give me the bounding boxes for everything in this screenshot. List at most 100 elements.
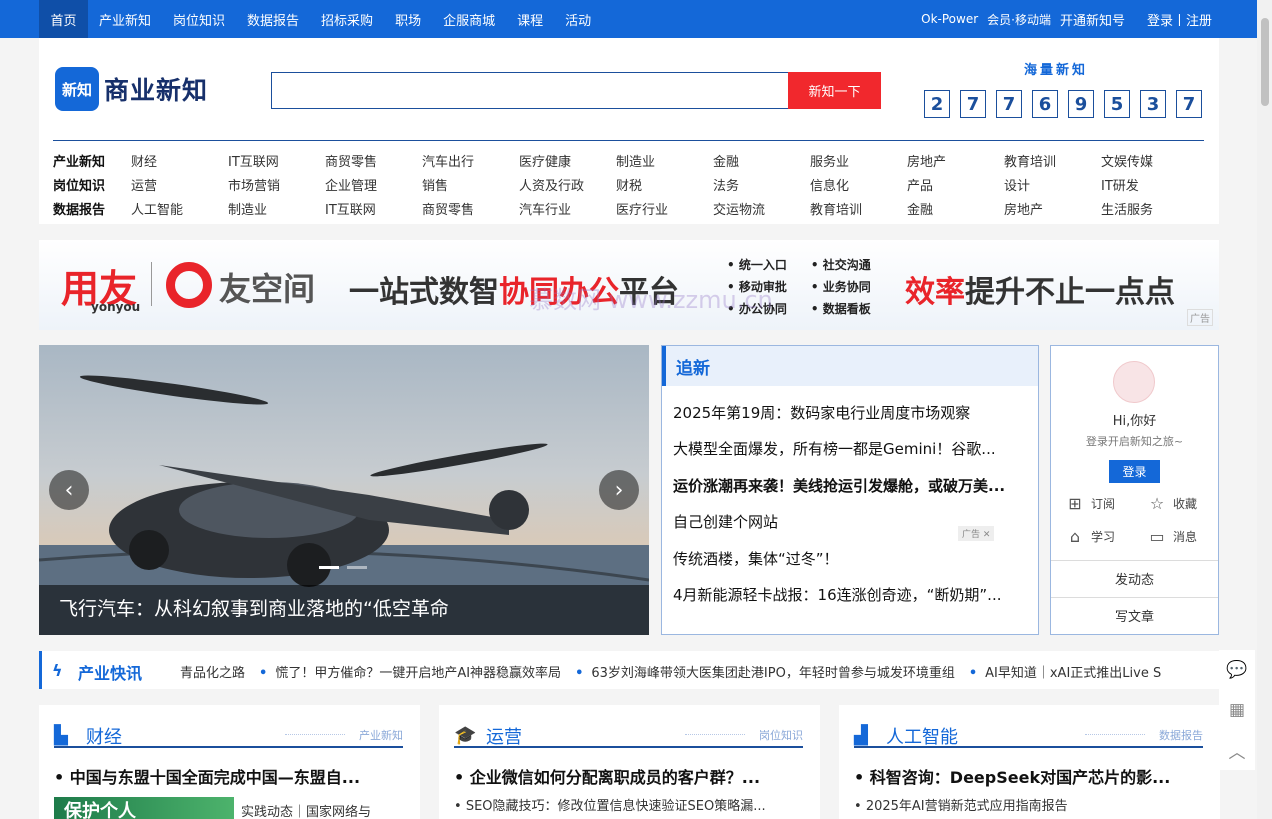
category-link[interactable]: 产品 [907,175,1004,194]
column-headline[interactable]: • 企业微信如何分配离职成员的客户群？... [454,764,804,788]
category-link[interactable]: 人资及行政 [519,175,616,194]
category-link[interactable]: 销售 [422,175,519,194]
column-subitem[interactable]: • SEO隐藏技巧：修改位置信息快速验证SEO策略漏... [454,795,804,814]
column-name[interactable]: 运营 [486,723,522,749]
nav-link-bidding[interactable]: 招标采购 [310,10,384,29]
category-link[interactable]: 财经 [131,151,228,170]
category-row-label[interactable]: 岗位知识 [53,175,131,194]
column-headline[interactable]: • 中国与东盟十国全面完成中国—东盟自... [54,764,404,788]
nav-link-industry[interactable]: 产业新知 [88,10,162,29]
column-tag[interactable]: 岗位知识 [759,727,803,743]
post-update-button[interactable]: 发动态 [1051,560,1218,596]
category-link[interactable]: 房地产 [1004,199,1101,218]
category-link[interactable]: 商贸零售 [325,151,422,170]
ticker-bullet: • [575,666,584,681]
column-thumb-text[interactable]: 实践动态｜国家网络与 [241,801,371,819]
user-greeting: Hi,你好 [1112,414,1157,429]
category-link[interactable]: 金融 [907,199,1004,218]
category-link[interactable]: IT研发 [1101,175,1198,194]
nav-link-courses[interactable]: 课程 [506,10,554,29]
news-item[interactable]: 传统酒楼，集体“过冬”！ [673,540,1018,577]
flash-item[interactable]: 63岁刘海峰带领大医集团赴港IPO，年轻时曾参与城发环境重组 [591,666,954,681]
category-link[interactable]: 生活服务 [1101,199,1198,218]
category-link[interactable]: 交运物流 [713,199,810,218]
nav-okpower[interactable]: Ok-Power [921,12,978,26]
ad-banner[interactable]: 用友 yonyou 友空间 一站式数智协同办公平台 • 统一入口 • 社交沟通 •… [39,240,1219,330]
category-link[interactable]: 运营 [131,175,228,194]
category-link[interactable]: 财税 [616,175,713,194]
carousel-caption[interactable]: 飞行汽车：从科幻叙事到商业落地的“低空革命 [59,594,449,621]
scrollbar-thumb[interactable] [1261,18,1269,106]
category-link[interactable]: IT互联网 [325,199,422,218]
column-subitem[interactable]: • 2025年AI营销新范式应用指南报告 [854,795,1204,814]
back-to-top-icon[interactable]: ︿ [1229,730,1246,770]
carousel-dot[interactable] [319,566,339,569]
news-ad-chip[interactable]: 广告 ✕ [958,526,995,541]
carousel-prev-button[interactable]: ‹ [49,470,89,510]
category-row-label[interactable]: 数据报告 [53,199,131,218]
category-link[interactable]: 文娱传媒 [1101,151,1198,170]
nav-link-reports[interactable]: 数据报告 [236,10,310,29]
message-action[interactable]: ▭ 消息 [1149,527,1209,546]
category-link[interactable]: 制造业 [616,151,713,170]
qrcode-icon[interactable]: ▦ [1229,690,1245,730]
page-scrollbar[interactable] [1257,0,1272,819]
category-link[interactable]: 设计 [1004,175,1101,194]
search-input[interactable] [271,72,788,109]
learn-action[interactable]: ⌂ 学习 [1067,527,1149,546]
column-tag[interactable]: 数据报告 [1159,727,1203,743]
category-link[interactable]: 金融 [713,151,810,170]
news-item[interactable]: 2025年第19周：数码家电行业周度市场观察 [673,394,1018,431]
flash-item[interactable]: AI早知道｜xAI正式推出Live S [985,666,1161,681]
column-headline-text: 科智咨询：DeepSeek对国产芯片的影... [869,768,1171,787]
site-logo[interactable]: 新知 商业新知 [55,67,230,111]
column-subitem-text: SEO隐藏技巧：修改位置信息快速验证SEO策略漏... [465,799,766,814]
nav-login-register[interactable]: 登录丨注册 [1147,10,1212,29]
category-link[interactable]: IT互联网 [228,151,325,170]
nav-link-mall[interactable]: 企服商城 [432,10,506,29]
category-link[interactable]: 制造业 [228,199,325,218]
flash-item[interactable]: 慌了！甲方催命？一键开启地产AI神器稳赢效率局 [275,666,561,681]
nav-open-account[interactable]: 开通新知号 [1060,10,1125,29]
flash-item[interactable]: 青品化之路 [180,666,245,681]
category-link[interactable]: 医疗行业 [616,199,713,218]
category-link[interactable]: 房地产 [907,151,1004,170]
category-link[interactable]: 法务 [713,175,810,194]
search-button[interactable]: 新知一下 [788,72,881,109]
category-link[interactable]: 服务业 [810,151,907,170]
ad-product: 友空间 [219,270,316,308]
category-link[interactable]: 商贸零售 [422,199,519,218]
nav-member-mobile[interactable]: 会员·移动端 [987,11,1051,28]
column-name[interactable]: 财经 [86,723,122,749]
column-name[interactable]: 人工智能 [886,723,958,749]
category-link[interactable]: 信息化 [810,175,907,194]
category-link[interactable]: 医疗健康 [519,151,616,170]
news-item[interactable]: 大模型全面爆发，所有榜一都是Gemini！谷歌... [673,431,1018,468]
login-button[interactable]: 登录 [1109,460,1160,483]
avatar[interactable] [1113,361,1155,403]
write-article-button[interactable]: 写文章 [1051,597,1218,633]
subscribe-action[interactable]: ⊞ 订阅 [1067,494,1149,513]
nav-link-events[interactable]: 活动 [554,10,602,29]
news-item[interactable]: 4月新能源轻卡战报：16连涨创奇迹，“断奶期”... [673,577,1018,614]
news-item[interactable]: 运价涨潮再来袭！美线抢运引发爆舱，或破万美... [673,467,1018,504]
category-link[interactable]: 市场营销 [228,175,325,194]
column-tag[interactable]: 产业新知 [359,727,403,743]
category-link[interactable]: 汽车出行 [422,151,519,170]
hero-carousel[interactable]: ‹ › 飞行汽车：从科幻叙事到商业落地的“低空革命 [39,345,649,635]
column-thumbnail[interactable]: 保护个人 [54,797,234,819]
category-link[interactable]: 教育培训 [810,199,907,218]
category-row-label[interactable]: 产业新知 [53,151,131,170]
feedback-icon[interactable]: 💬 [1226,650,1247,690]
column-headline[interactable]: • 科智咨询：DeepSeek对国产芯片的影... [854,764,1204,788]
category-link[interactable]: 企业管理 [325,175,422,194]
nav-link-career[interactable]: 职场 [384,10,432,29]
category-link[interactable]: 汽车行业 [519,199,616,218]
carousel-next-button[interactable]: › [599,470,639,510]
category-link[interactable]: 教育培训 [1004,151,1101,170]
nav-home[interactable]: 首页 [39,0,88,38]
nav-link-jobs[interactable]: 岗位知识 [162,10,236,29]
carousel-dot[interactable] [347,566,367,569]
category-link[interactable]: 人工智能 [131,199,228,218]
favorite-action[interactable]: ☆ 收藏 [1149,494,1209,513]
